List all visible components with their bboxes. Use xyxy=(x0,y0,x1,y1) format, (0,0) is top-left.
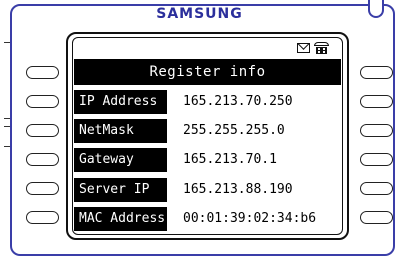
label-mac-address: MAC Address xyxy=(74,207,167,231)
left-softkey-4[interactable] xyxy=(26,153,59,166)
value-server-ip: 165.213.88.190 xyxy=(183,182,293,197)
status-icons xyxy=(297,41,329,55)
edge-mark xyxy=(4,126,10,127)
right-softkey-2[interactable] xyxy=(360,95,393,108)
screen-title: Register info xyxy=(74,59,341,85)
right-softkey-6[interactable] xyxy=(360,211,393,224)
brand-logo: SAMSUNG xyxy=(156,6,243,22)
left-softkey-1[interactable] xyxy=(26,66,59,79)
value-gateway: 165.213.70.1 xyxy=(183,152,277,167)
right-softkey-5[interactable] xyxy=(360,182,393,195)
right-softkey-3[interactable] xyxy=(360,124,393,137)
label-gateway: Gateway xyxy=(74,148,167,172)
label-server-ip: Server IP xyxy=(74,178,167,202)
value-mac-address: 00:01:39:02:34:b6 xyxy=(183,211,317,226)
value-ip-address: 165.213.70.250 xyxy=(183,94,293,109)
left-softkey-2[interactable] xyxy=(26,95,59,108)
phone-icon xyxy=(314,42,329,54)
mail-icon xyxy=(297,43,310,53)
label-ip-address: IP Address xyxy=(74,90,167,114)
left-softkey-6[interactable] xyxy=(26,211,59,224)
edge-mark xyxy=(4,118,10,119)
label-netmask: NetMask xyxy=(74,119,167,143)
left-softkey-3[interactable] xyxy=(26,124,59,137)
right-softkey-1[interactable] xyxy=(360,66,393,79)
left-softkey-5[interactable] xyxy=(26,182,59,195)
edge-mark xyxy=(4,42,10,43)
edge-mark xyxy=(4,146,10,147)
value-netmask: 255.255.255.0 xyxy=(183,123,285,138)
right-softkey-4[interactable] xyxy=(360,153,393,166)
